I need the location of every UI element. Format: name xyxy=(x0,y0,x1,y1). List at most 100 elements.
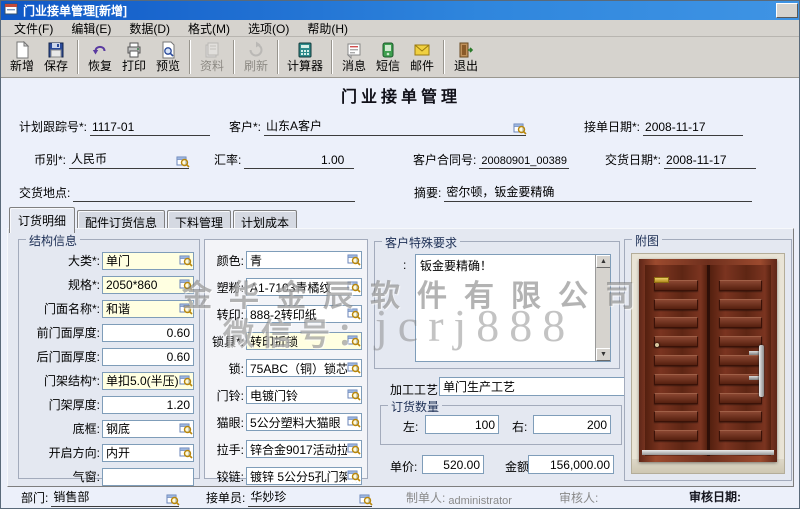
menu-item-options[interactable]: 选项(O) xyxy=(239,19,298,38)
lookup-icon[interactable] xyxy=(176,155,190,168)
scroll-up-button[interactable]: ▲ xyxy=(596,255,611,268)
field-color-input[interactable]: 青 xyxy=(246,251,362,269)
lookup-icon[interactable] xyxy=(347,415,361,428)
scroll-down-button[interactable]: ▼ xyxy=(596,348,611,361)
field-rear-thickness-input[interactable]: 0.60 xyxy=(102,348,194,366)
currency-input[interactable]: 人民币 xyxy=(69,153,189,169)
memo-scrollbar[interactable]: ▲ ▼ xyxy=(595,255,610,361)
exchange-rate-input[interactable]: 1.00 xyxy=(244,153,354,169)
mail-icon xyxy=(413,41,431,59)
amount-input[interactable]: 156,000.00 xyxy=(528,455,614,474)
field-creator: 制单人: administrator xyxy=(406,490,512,507)
lookup-icon[interactable] xyxy=(166,493,180,506)
delivery-place-input[interactable] xyxy=(73,186,355,202)
menu-item-format[interactable]: 格式(M) xyxy=(179,19,239,38)
field-transfer-print-input[interactable]: 888-2转印纸 xyxy=(246,305,362,323)
lookup-icon[interactable] xyxy=(179,446,193,459)
lookup-icon[interactable] xyxy=(347,469,361,482)
page-title: 门业接单管理 xyxy=(1,83,800,107)
toolbar-button-preview[interactable]: 预览 xyxy=(151,39,185,76)
lookup-icon[interactable] xyxy=(179,374,193,387)
lookup-icon[interactable] xyxy=(347,253,361,266)
auditor-label: 审核人: xyxy=(559,489,598,507)
lookup-icon[interactable] xyxy=(179,302,193,315)
menu-item-file[interactable]: 文件(F) xyxy=(5,19,62,38)
field-row-rear-thickness: 后门面厚度:0.60 xyxy=(24,345,194,368)
field-row-open-direction: 开启方向:内开 xyxy=(24,441,194,464)
lookup-icon[interactable] xyxy=(347,280,361,293)
toolbar-button-calculator[interactable]: 计算器 xyxy=(283,39,327,76)
titlebar-button[interactable] xyxy=(776,3,798,18)
lookup-icon[interactable] xyxy=(347,388,361,401)
quantity-group-title: 订货数量 xyxy=(388,398,442,415)
department-input[interactable]: 销售部 xyxy=(51,491,179,507)
delivery-date-input[interactable]: 2008-11-17 xyxy=(664,153,756,169)
lookup-icon[interactable] xyxy=(347,442,361,455)
field-row-pull-handle: 拉手:锌合金9017活动拉手乙 xyxy=(210,436,362,462)
lookup-icon[interactable] xyxy=(347,361,361,374)
customer-input[interactable]: 山东A客户 xyxy=(264,120,526,136)
field-bottom-frame-input[interactable]: 钢底 xyxy=(102,420,194,438)
toolbar-button-message[interactable]: 消息 xyxy=(337,39,371,76)
menu-bar: 文件(F)编辑(E)数据(D)格式(M)选项(O)帮助(H) xyxy=(1,20,799,37)
menu-item-help[interactable]: 帮助(H) xyxy=(298,19,357,38)
field-frame-thickness-input[interactable]: 1.20 xyxy=(102,396,194,414)
lookup-icon[interactable] xyxy=(359,493,373,506)
lookup-icon[interactable] xyxy=(179,278,193,291)
field-air-window-input[interactable] xyxy=(102,468,194,486)
order-taker-input[interactable]: 华妙珍 xyxy=(248,491,372,507)
lookup-icon[interactable] xyxy=(347,307,361,320)
field-category-input[interactable]: 单门 xyxy=(102,252,194,270)
contract-no-input[interactable]: 20080901_00389 xyxy=(479,153,569,169)
door-leaves xyxy=(645,265,771,456)
toolbar-button-print[interactable]: 打印 xyxy=(117,39,151,76)
tab-order-detail[interactable]: 订货明细 xyxy=(9,207,75,233)
field-open-direction-input[interactable]: 内开 xyxy=(102,444,194,462)
toolbar-button-mail[interactable]: 邮件 xyxy=(405,39,439,76)
field-peephole-input[interactable]: 5公分塑料大猫眼 xyxy=(246,413,362,431)
menu-item-data[interactable]: 数据(D) xyxy=(120,19,179,38)
plan-no-input[interactable]: 1117-01 xyxy=(90,120,210,136)
currency-label: 币别*: xyxy=(34,151,66,169)
special-requirements-group-title: 客户特殊要求 xyxy=(382,234,460,251)
field-doorbell-label: 门铃: xyxy=(210,387,246,404)
toolbar-button-label: 退出 xyxy=(454,59,478,73)
calculator-icon xyxy=(296,41,314,59)
field-front-thickness-input[interactable]: 0.60 xyxy=(102,324,194,342)
qty-left-input[interactable]: 100 xyxy=(425,415,499,434)
field-spec-input[interactable]: 2050*860 xyxy=(102,276,194,294)
lookup-icon[interactable] xyxy=(179,254,193,267)
menu-item-edit[interactable]: 编辑(E) xyxy=(62,19,120,38)
lookup-icon[interactable] xyxy=(347,334,361,347)
order-date-input[interactable]: 2008-11-17 xyxy=(643,120,743,136)
field-hinge-input[interactable]: 镀锌 5公分5孔门架铰 xyxy=(246,467,362,485)
field-face-name-input[interactable]: 和谐 xyxy=(102,300,194,318)
unit-price-input[interactable]: 520.00 xyxy=(422,455,484,474)
field-lock-cylinder-input[interactable]: 75ABC（铜）锁芯 868普 xyxy=(246,359,362,377)
door-panel xyxy=(719,355,763,366)
qty-right-input[interactable]: 200 xyxy=(533,415,611,434)
field-lock-set-input[interactable]: 转印折锁 xyxy=(246,332,362,350)
process-input[interactable]: 单门生产工艺 xyxy=(439,377,625,396)
toolbar-button-save[interactable]: 保存 xyxy=(39,39,73,76)
door-leaf-right xyxy=(710,265,772,456)
toolbar-button-sms[interactable]: 短信 xyxy=(371,39,405,76)
field-doorbell-input[interactable]: 电镀门铃 xyxy=(246,386,362,404)
door-panel xyxy=(719,299,763,310)
creator-label: 制单人: xyxy=(406,489,445,507)
toolbar-button-new[interactable]: 新增 xyxy=(5,39,39,76)
field-frame-structure-input[interactable]: 单扣5.0(半压) xyxy=(102,372,194,390)
door-panel xyxy=(719,317,763,328)
lookup-icon[interactable] xyxy=(513,122,527,135)
field-color-label: 颜色: xyxy=(210,252,246,269)
toolbar-button-exit[interactable]: 退出 xyxy=(449,39,483,76)
summary-input[interactable]: 密尔顿，钣金要精确 xyxy=(444,186,752,202)
field-powder-input[interactable]: A1-7103青橘纹 xyxy=(246,278,362,296)
material-fields-panel: 颜色:青塑粉:A1-7103青橘纹转印:888-2转印纸锁具*:转印折锁锁:75… xyxy=(204,239,368,479)
qty-left-label: 左: xyxy=(403,418,418,435)
special-requirements-textarea[interactable]: 钣金要精确！ ▲ ▼ xyxy=(415,254,611,362)
toolbar-button-undo[interactable]: 恢复 xyxy=(83,39,117,76)
field-pull-handle-input[interactable]: 锌合金9017活动拉手乙 xyxy=(246,440,362,458)
door-panel xyxy=(719,280,763,291)
lookup-icon[interactable] xyxy=(179,422,193,435)
